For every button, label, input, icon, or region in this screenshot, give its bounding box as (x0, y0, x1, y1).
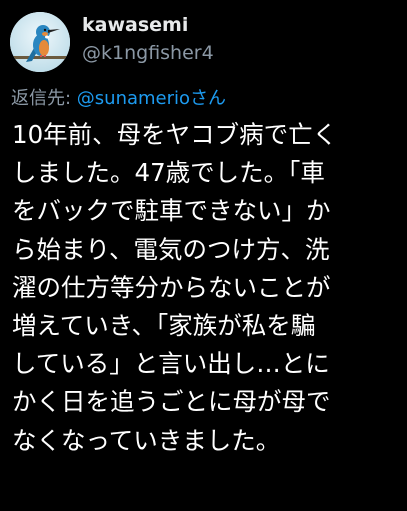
tweet-text-line: しました。47歳でした。「車 (12, 158, 325, 188)
author-name[interactable]: kawasemi (82, 14, 188, 36)
tweet-text-line: をバックで駐車できない」か (12, 196, 331, 226)
reply-target-link[interactable]: @sunamerioさん (77, 88, 226, 109)
tweet-text-line: ら始まり、電気のつけ方、洗 (12, 234, 330, 264)
reply-context: 返信先: @sunamerioさん (11, 84, 226, 110)
tweet-text-line: なくなっていきました。 (12, 425, 281, 455)
avatar[interactable] (10, 12, 70, 72)
tweet: kawasemi @k1ngfisher4 返信先: @sunamerioさん … (0, 0, 407, 511)
tweet-text-line: している」と言い出し…とに (12, 349, 330, 379)
tweet-text: 10年前、母をヤコブ病で亡く しました。47歳でした。「車 をバックで駐車できな… (12, 116, 402, 460)
reply-prefix: 返信先: (11, 88, 77, 109)
author-handle[interactable]: @k1ngfisher4 (82, 42, 214, 64)
tweet-text-line: 濯の仕方等分からないことが (12, 272, 331, 302)
tweet-text-line: 10年前、母をヤコブ病で亡く (12, 120, 338, 149)
tweet-text-line: かく日を追うごとに母が母で (12, 387, 331, 417)
tweet-text-line: 増えていき、「家族が私を騙 (12, 310, 316, 340)
kingfisher-bird-icon (10, 12, 70, 72)
